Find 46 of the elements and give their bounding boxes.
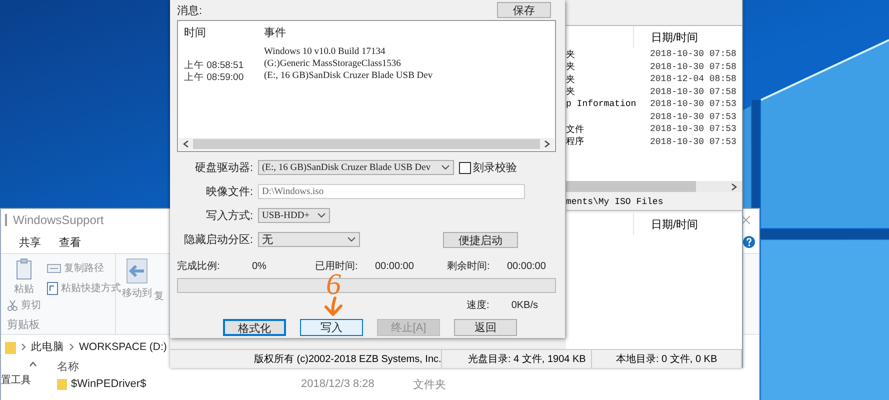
file-name: 夹 (566, 74, 576, 86)
checkbox-label: 刻录校验 (473, 160, 517, 175)
group-label: 剪贴板 (7, 318, 41, 332)
status-text: 本地目录: 0 文件, 0 KB (592, 350, 742, 368)
log-time: 上午 08:58:51 (184, 59, 245, 71)
progress-value: 00:00:00 (507, 260, 547, 272)
file-date: 2018-10-30 07:58 (649, 86, 736, 97)
field-label: 写入方式: (204, 208, 253, 223)
file-date: 2018/12/3 8:28 (301, 378, 376, 390)
speed-value: 0KB/s (511, 300, 538, 310)
file-date: 2018-12-04 08:58 (649, 74, 736, 84)
file-name: $WinPEDriver$ (71, 378, 146, 390)
log-event: (G:)Generic MassStorageClass1536 (264, 59, 402, 71)
file-name: 文件 (566, 124, 585, 136)
status-text: 光盘目录: 4 文件, 1904 KB (442, 350, 592, 368)
field-label: 硬盘驱动器: (194, 161, 253, 175)
file-name: p Information (566, 99, 633, 110)
speed-label: 速度: (466, 298, 490, 312)
field-label: 映像文件: (204, 184, 253, 199)
progress-value: 00:00:00 (375, 260, 415, 272)
messages-label: 消息: (177, 4, 202, 18)
file-name: 程序 (566, 136, 585, 148)
annotation-number: 6 (326, 270, 341, 300)
file-date: 2018-10-30 07:53 (649, 99, 736, 110)
log-event: (E:, 16 GB)SanDisk Cruzer Blade USB Dev (264, 71, 434, 83)
window-title: WindowsSupport (13, 213, 104, 227)
file-name: 夹 (566, 60, 576, 74)
status-text: 版权所有 (c)2002-2018 EZB Systems, Inc. (170, 350, 442, 368)
file-date: 2018-10-30 07:53 (649, 112, 736, 122)
file-name: 夹 (566, 48, 576, 61)
column-header: 时间 (184, 26, 207, 41)
progress-label: 剩余时间: (447, 260, 491, 273)
progress-value: 0% (252, 260, 268, 272)
field-label: 隐藏启动分区: (182, 232, 253, 247)
file-date: 2018-10-30 07:58 (649, 62, 736, 72)
file-date: 2018-10-30 07:58 (649, 49, 736, 60)
file-type: 文件夹 (413, 378, 446, 392)
file-date: 2018-10-30 07:53 (649, 136, 736, 147)
file-name: 夹 (566, 86, 576, 98)
column-header: 事件 (264, 26, 287, 41)
ribbon-label: 复 (154, 290, 164, 303)
log-event: Windows 10 v10.0 Build 17134 (264, 47, 386, 59)
file-date: 2018-10-30 07:53 (649, 124, 736, 134)
progress-label: 完成比例: (177, 260, 221, 273)
log-time: 上午 08:59:00 (184, 71, 245, 83)
progress-label: 已用时间: (315, 260, 359, 273)
